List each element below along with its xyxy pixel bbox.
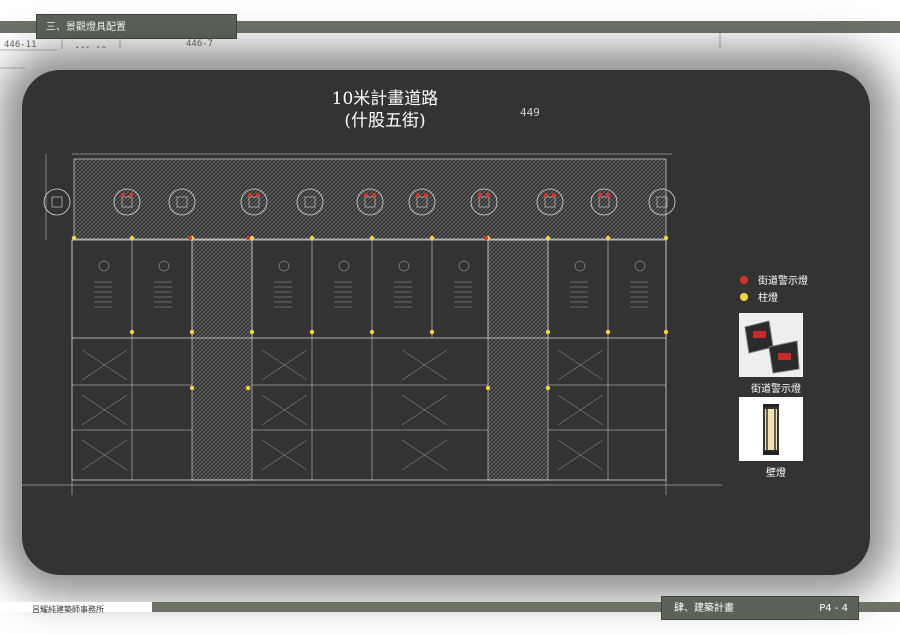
road-title: 10米計畫道路 (什股五街) xyxy=(300,88,470,132)
post-light-marker xyxy=(429,329,435,335)
legend-label: 柱燈 xyxy=(758,293,778,304)
post-light-marker xyxy=(71,235,77,241)
road-title-line2: (什股五街) xyxy=(344,111,426,131)
red-dot-icon xyxy=(740,275,748,284)
post-light-marker xyxy=(545,329,551,335)
post-light-marker xyxy=(369,329,375,335)
page-number: P4 - 4 xyxy=(819,603,848,614)
lot-number: 449 xyxy=(520,106,540,119)
post-light-marker xyxy=(545,235,551,241)
warning-light-marker xyxy=(255,192,261,198)
warning-light-marker xyxy=(371,192,377,198)
warning-light-marker xyxy=(120,192,126,198)
building-outline xyxy=(71,239,667,481)
warning-light-marker xyxy=(551,192,557,198)
post-light-marker xyxy=(189,329,195,335)
room-tag xyxy=(158,260,170,272)
post-light-marker xyxy=(605,329,611,335)
room-tag xyxy=(634,260,646,272)
driveway xyxy=(487,239,549,481)
post-light-marker xyxy=(663,329,669,335)
post-light-marker xyxy=(605,235,611,241)
tree-pit xyxy=(51,196,63,208)
post-light-marker xyxy=(309,235,315,241)
tree-symbol xyxy=(43,188,71,216)
legend: 街道警示燈 柱燈 xyxy=(740,271,808,305)
lot-label: 446-11 xyxy=(4,40,37,50)
warning-light-marker xyxy=(188,236,192,240)
warning-light-marker xyxy=(247,192,253,198)
post-light-marker xyxy=(485,385,491,391)
warning-light-marker xyxy=(246,236,250,240)
legend-label: 街道警示燈 xyxy=(758,276,808,287)
legend-item-warning-light: 街道警示燈 xyxy=(740,271,808,288)
post-light-marker xyxy=(249,235,255,241)
post-light-marker xyxy=(129,235,135,241)
sidewalk xyxy=(73,158,667,240)
warning-light-marker xyxy=(477,192,483,198)
warning-light-marker xyxy=(485,192,491,198)
footer-chapter-box: 肆、建築計畫 P4 - 4 xyxy=(661,596,859,620)
room-tag xyxy=(398,260,410,272)
warning-light-marker xyxy=(415,192,421,198)
photo-caption: 街道警示燈 xyxy=(751,384,801,395)
post-light-marker xyxy=(663,235,669,241)
room-tag xyxy=(98,260,110,272)
road-title-line1: 10米計畫道路 xyxy=(331,89,439,109)
post-light-marker xyxy=(369,235,375,241)
post-light-marker xyxy=(189,385,195,391)
post-light-marker xyxy=(245,385,251,391)
post-light-marker xyxy=(429,235,435,241)
chapter-title: 肆、建築計畫 xyxy=(674,603,734,614)
post-light-marker xyxy=(545,385,551,391)
post-light-marker xyxy=(129,329,135,335)
warning-light-marker xyxy=(543,192,549,198)
post-light-marker xyxy=(249,329,255,335)
warning-light-marker xyxy=(423,192,429,198)
warning-light-marker xyxy=(597,192,603,198)
warning-light-marker xyxy=(605,192,611,198)
post-light-marker xyxy=(309,329,315,335)
driveway xyxy=(191,239,253,481)
legend-item-post-light: 柱燈 xyxy=(740,288,808,305)
road-warning-light-icon xyxy=(739,313,803,377)
room-tag xyxy=(458,260,470,272)
yellow-dot-icon xyxy=(740,292,748,301)
warning-light-marker xyxy=(128,192,134,198)
room-tag xyxy=(278,260,290,272)
warning-light-marker xyxy=(363,192,369,198)
photo-caption: 壁燈 xyxy=(766,468,786,479)
room-tag xyxy=(338,260,350,272)
company-name: 呂耀純建築師事務所 xyxy=(32,605,104,614)
warning-light-marker xyxy=(484,236,488,240)
room-tag xyxy=(574,260,586,272)
wall-lamp-icon xyxy=(739,397,803,461)
